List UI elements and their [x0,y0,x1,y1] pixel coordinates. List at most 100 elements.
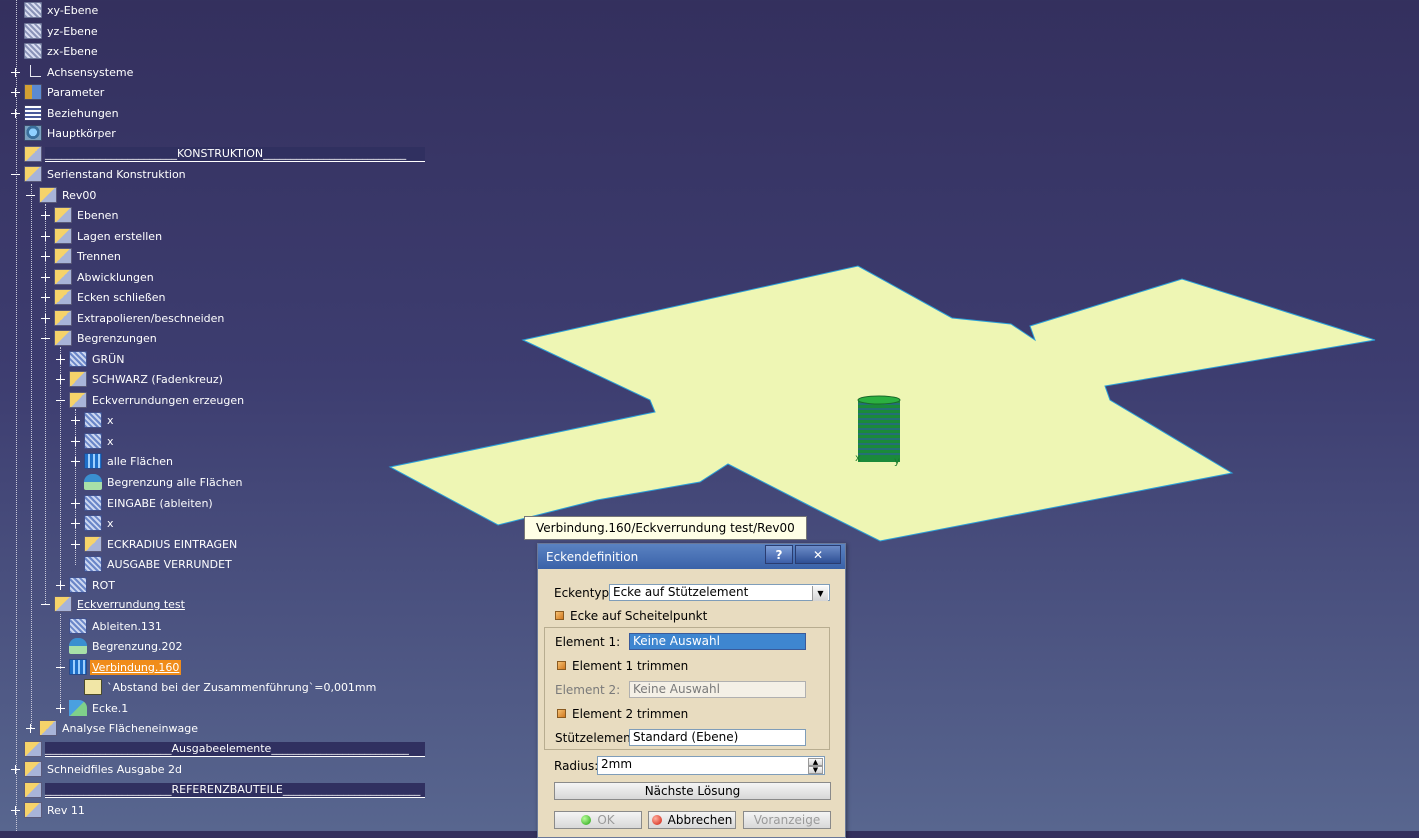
collapse-icon[interactable] [11,170,20,179]
tree-item[interactable]: Begrenzung.202 [69,636,185,656]
collapse-icon[interactable] [41,334,50,343]
radius-label: Radius: [554,759,599,773]
tree-item[interactable]: ROT [56,575,117,595]
tree-item[interactable]: Extrapolieren/beschneiden [41,308,226,328]
tree-line [31,184,33,728]
expand-icon[interactable] [56,375,65,384]
spin-down-icon[interactable]: ▼ [808,766,823,774]
tree-item[interactable]: xy-Ebene [24,0,100,20]
tree-item-label: Abwicklungen [77,270,154,284]
specification-tree[interactable]: xy-Ebene yz-Ebene zx-Ebene Achsensysteme Par… [0,0,470,831]
tree-item-label: Schneidfiles Ausgabe 2d [47,762,182,776]
vertex-corner-checkbox[interactable] [555,611,564,620]
collapse-icon[interactable] [56,663,65,672]
collapse-icon[interactable] [56,396,65,405]
tree-item[interactable]: Eckverrundung test [41,594,187,614]
expand-icon[interactable] [11,68,20,77]
tree-item[interactable]: x [71,410,116,430]
tree-item[interactable]: Parameter [11,82,106,102]
tree-item[interactable]: x [71,513,116,533]
expand-icon[interactable] [41,232,50,241]
trim1-checkbox[interactable] [557,661,566,670]
tree-item[interactable]: AUSGABE VERRUNDET [84,554,234,574]
boundary-icon [84,474,102,490]
tree-item[interactable]: Begrenzungen [41,328,159,348]
expand-icon[interactable] [41,273,50,282]
radius-field[interactable]: 2mm ▲ ▼ [597,756,825,775]
corner-definition-dialog[interactable]: Eckendefinition ? ✕ Eckentyp: Ecke auf S… [537,543,846,838]
tree-item[interactable]: Trennen [41,246,123,266]
tree-item[interactable]: Analyse Flächeneinwage [26,718,200,738]
expand-icon[interactable] [56,704,65,713]
tree-item[interactable]: alle Flächen [71,451,175,471]
expand-icon[interactable] [41,211,50,220]
next-solution-button[interactable]: Nächste Lösung [554,782,831,800]
expand-icon[interactable] [11,109,20,118]
tree-item-label: yz-Ebene [47,24,98,38]
corner-type-select[interactable]: Ecke auf Stützelement ▼ [609,584,830,601]
expand-icon[interactable] [71,540,80,549]
chevron-down-icon[interactable]: ▼ [812,586,828,601]
element2-field[interactable]: Keine Auswahl [629,681,806,698]
tree-item[interactable]: zx-Ebene [24,41,100,61]
tree-item[interactable]: Ebenen [41,205,120,225]
tree-item-label: Eckverrundung test [77,597,185,611]
tree-item[interactable]: x [71,431,116,451]
part-body-icon [24,125,42,141]
expand-icon[interactable] [71,519,80,528]
support-field[interactable]: Standard (Ebene) [629,729,806,746]
tree-item[interactable]: Beziehungen [11,103,121,123]
tree-item[interactable]: EINGABE (ableiten) [71,493,215,513]
expand-icon[interactable] [71,437,80,446]
expand-icon[interactable] [41,293,50,302]
tree-item[interactable]: GRÜN [56,349,126,369]
help-button[interactable]: ? [765,545,793,564]
tree-item[interactable]: Hauptkörper [24,123,118,143]
tree-item[interactable]: Rev00 [26,185,98,205]
expand-icon[interactable] [11,88,20,97]
tree-item[interactable]: Abwicklungen [41,267,156,287]
formula-icon [84,679,102,695]
expand-icon[interactable] [26,724,35,733]
cancel-button[interactable]: Abbrechen [648,811,736,829]
feature-icon [69,351,87,367]
tree-item[interactable]: ECKRADIUS EINTRAGEN [71,534,239,554]
tree-item[interactable]: Ableiten.131 [69,616,164,636]
trim2-checkbox[interactable] [557,709,566,718]
stacked-layers-object[interactable] [857,395,901,462]
expand-icon[interactable] [56,355,65,364]
preview-button[interactable]: Voranzeige [743,811,831,829]
expand-icon[interactable] [71,499,80,508]
expand-icon[interactable] [71,457,80,466]
extract-icon [69,618,87,634]
expand-icon[interactable] [56,581,65,590]
tree-item[interactable]: Achsensysteme [11,62,135,82]
tree-item[interactable]: yz-Ebene [24,21,100,41]
expand-icon[interactable] [41,314,50,323]
tree-item[interactable]: `Abstand bei der Zusammenführung`=0,001m… [84,677,378,697]
tree-item[interactable]: _______________________Ausgabeelemente__… [24,739,425,759]
collapse-icon[interactable] [26,191,35,200]
tree-item[interactable]: Ecken schließen [41,287,168,307]
close-button[interactable]: ✕ [795,545,841,564]
tree-item[interactable]: SCHWARZ (Fadenkreuz) [56,369,225,389]
tree-item[interactable]: ________________________KONSTRUKTION____… [24,144,425,164]
element1-field[interactable]: Keine Auswahl [629,633,806,650]
tree-item[interactable]: Verbindung.160 [56,657,182,677]
tree-item[interactable]: Lagen erstellen [41,226,164,246]
expand-icon[interactable] [41,252,50,261]
expand-icon[interactable] [11,765,20,774]
expand-icon[interactable] [71,416,80,425]
dialog-titlebar[interactable]: Eckendefinition ? ✕ [538,544,845,569]
tree-item[interactable]: Begrenzung alle Flächen [84,472,245,492]
tree-item[interactable]: Serienstand Konstruktion [11,164,188,184]
feature-icon [84,556,102,572]
expand-icon[interactable] [11,806,20,815]
tree-item[interactable]: Schneidfiles Ausgabe 2d [11,759,184,779]
tree-item[interactable]: Rev 11 [11,800,87,820]
collapse-icon[interactable] [41,600,50,609]
tree-item[interactable]: Ecke.1 [56,698,130,718]
ok-button[interactable]: OK [554,811,642,829]
tree-item[interactable]: _______________________REFERENZBAUTEILE_… [24,780,425,800]
tree-item[interactable]: Eckverrundungen erzeugen [56,390,246,410]
